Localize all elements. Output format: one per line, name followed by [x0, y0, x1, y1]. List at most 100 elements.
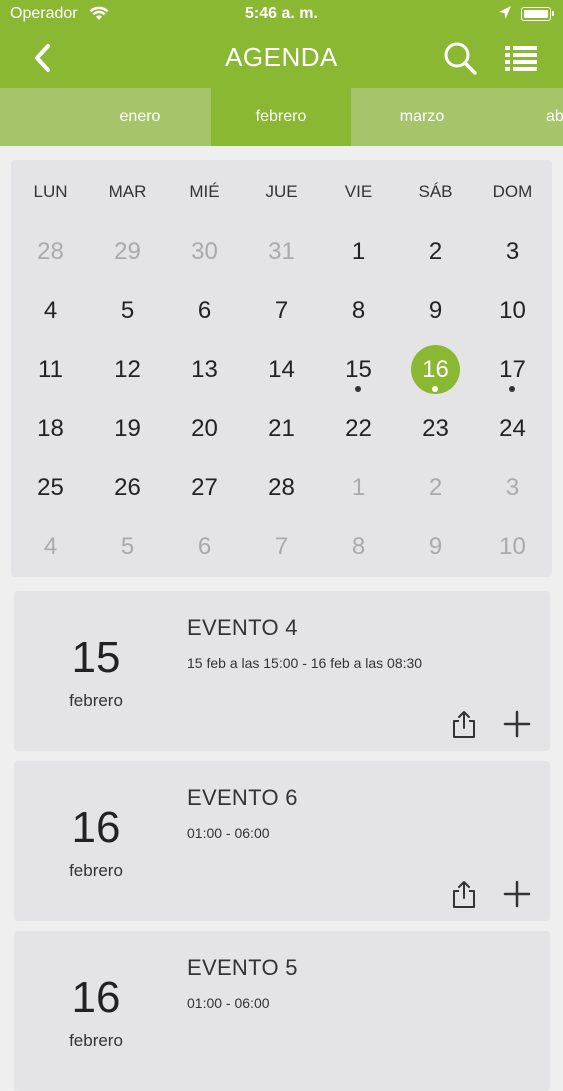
weekday-label: MIÉ — [189, 182, 220, 201]
calendar-day[interactable]: 24 — [474, 404, 551, 454]
calendar-day[interactable]: 30 — [166, 227, 243, 277]
calendar-day[interactable]: 31 — [243, 227, 320, 277]
calendar-day[interactable]: 2 — [397, 463, 474, 513]
add-icon[interactable] — [502, 709, 532, 739]
share-icon[interactable] — [450, 879, 478, 909]
calendar-day[interactable]: 17 — [474, 345, 551, 395]
add-icon[interactable] — [502, 879, 532, 909]
calendar-day[interactable]: 26 — [89, 463, 166, 513]
day-number: 29 — [114, 238, 141, 265]
day-number: 25 — [37, 474, 64, 501]
weekday-label: JUE — [265, 182, 298, 201]
day-number: 20 — [191, 415, 218, 442]
calendar-day[interactable]: 23 — [397, 404, 474, 454]
clock: 5:46 a. m. — [245, 5, 318, 22]
month-tab-2018[interactable]: 2018 — [0, 88, 32, 146]
calendar-day[interactable]: 18 — [12, 404, 89, 454]
calendar-day[interactable]: 5 — [89, 286, 166, 336]
event-indicator-dot — [355, 386, 361, 392]
calendar-day[interactable]: 7 — [243, 286, 320, 336]
event-card[interactable]: 16 febrero EVENTO 5 01:00 - 06:00 — [14, 931, 550, 1091]
event-time: 01:00 - 06:00 — [187, 825, 270, 841]
calendar-day[interactable]: 6 — [166, 286, 243, 336]
back-chevron-icon[interactable] — [28, 38, 58, 78]
calendar-day[interactable]: 11 — [12, 345, 89, 395]
header: Operador 5:46 a. m. AGENDA — [0, 0, 563, 88]
day-number: 17 — [499, 356, 526, 383]
event-card[interactable]: 15 febrero EVENTO 4 15 feb a las 15:00 -… — [14, 591, 550, 751]
day-number: 28 — [37, 238, 64, 265]
event-time: 15 feb a las 15:00 - 16 feb a las 08:30 — [187, 655, 423, 671]
day-number: 16 — [422, 356, 449, 383]
calendar-day[interactable]: 10 — [474, 522, 551, 572]
calendar-day[interactable]: 9 — [397, 522, 474, 572]
day-number: 9 — [428, 297, 443, 324]
day-number: 4 — [43, 297, 58, 324]
day-number: 19 — [114, 415, 141, 442]
weekday-label: VIE — [344, 182, 373, 201]
day-number: 9 — [428, 533, 443, 560]
calendar-day[interactable]: 28 — [12, 227, 89, 277]
calendar-day[interactable]: 3 — [474, 463, 551, 513]
calendar-day[interactable]: 4 — [12, 522, 89, 572]
page-title: AGENDA — [225, 42, 338, 72]
event-day: 16 — [71, 803, 121, 852]
calendar-day[interactable]: 7 — [243, 522, 320, 572]
calendar-day[interactable]: 8 — [320, 286, 397, 336]
day-number: 26 — [114, 474, 141, 501]
calendar-day[interactable]: 5 — [89, 522, 166, 572]
day-number: 10 — [499, 297, 526, 324]
day-number: 6 — [197, 297, 212, 324]
month-tab-febrero[interactable]: febrero — [211, 88, 351, 146]
share-icon[interactable] — [450, 709, 478, 739]
event-month: febrero — [69, 691, 123, 710]
list-view-icon[interactable] — [504, 42, 538, 74]
month-tab-marzo[interactable]: marzo — [352, 88, 492, 146]
location-arrow-icon — [499, 6, 511, 19]
weekday-label: MAR — [108, 182, 147, 201]
calendar-day[interactable]: 29 — [89, 227, 166, 277]
calendar-day[interactable]: 25 — [12, 463, 89, 513]
search-icon[interactable] — [442, 40, 478, 76]
calendar-day[interactable]: 8 — [320, 522, 397, 572]
calendar-day[interactable]: 13 — [166, 345, 243, 395]
event-card[interactable]: 16 febrero EVENTO 6 01:00 - 06:00 — [14, 761, 550, 921]
day-number: 30 — [191, 238, 218, 265]
day-number: 13 — [191, 356, 218, 383]
day-number: 11 — [38, 356, 63, 383]
calendar-day[interactable]: 6 — [166, 522, 243, 572]
calendar-day[interactable]: 19 — [89, 404, 166, 454]
calendar-day[interactable]: 1 — [320, 227, 397, 277]
weekday-label: DOM — [492, 182, 533, 201]
calendar-day[interactable]: 14 — [243, 345, 320, 395]
nav-bar: AGENDA — [0, 30, 563, 86]
calendar-day[interactable]: 20 — [166, 404, 243, 454]
calendar-day[interactable]: 4 — [12, 286, 89, 336]
calendar-day[interactable]: 28 — [243, 463, 320, 513]
event-day: 15 — [71, 633, 121, 682]
month-tab-abril[interactable]: ab — [495, 88, 563, 146]
calendar-day[interactable]: 21 — [243, 404, 320, 454]
day-number: 8 — [351, 533, 366, 560]
day-number: 6 — [197, 533, 212, 560]
calendar-day[interactable]: 10 — [474, 286, 551, 336]
calendar-day[interactable]: 12 — [89, 345, 166, 395]
calendar-day[interactable]: 2 — [397, 227, 474, 277]
day-number: 14 — [268, 356, 295, 383]
day-number: 1 — [351, 238, 366, 265]
calendar-day[interactable]: 1 — [320, 463, 397, 513]
event-day: 16 — [71, 973, 121, 1022]
month-selector: 2018 enero febrero marzo ab — [0, 88, 563, 146]
day-number: 21 — [268, 415, 295, 442]
day-number: 31 — [268, 238, 295, 265]
weekday-label: SÁB — [418, 182, 453, 201]
day-number: 15 — [345, 356, 372, 383]
calendar-day[interactable]: 22 — [320, 404, 397, 454]
calendar-day[interactable]: 3 — [474, 227, 551, 277]
month-tab-enero[interactable]: enero — [70, 88, 210, 146]
calendar-day[interactable]: 9 — [397, 286, 474, 336]
calendar-day[interactable]: 15 — [320, 345, 397, 395]
calendar-day[interactable]: 27 — [166, 463, 243, 513]
calendar-day-selected[interactable]: 16 — [397, 345, 474, 395]
day-number: 2 — [428, 474, 443, 501]
